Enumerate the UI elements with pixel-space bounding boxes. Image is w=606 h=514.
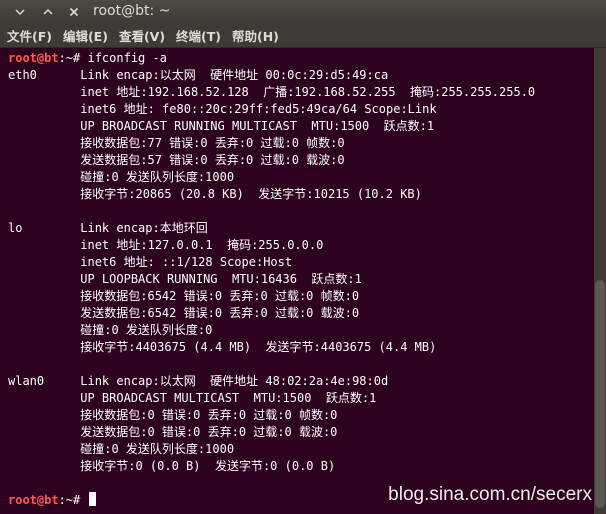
- output-line: 接收数据包:6542 错误:0 丢弃:0 过载:0 帧数:0: [8, 289, 360, 303]
- output-line: inet 地址:192.168.52.128 广播:192.168.52.255…: [8, 85, 536, 99]
- command-line: root@bt:~# ifconfig -a: [8, 50, 594, 67]
- output-line: 接收数据包:0 错误:0 丢弃:0 过载:0 帧数:0: [8, 408, 338, 422]
- output-line: UP LOOPBACK RUNNING MTU:16436 跃点数:1: [8, 272, 362, 286]
- output-line: UP BROADCAST RUNNING MULTICAST MTU:1500 …: [8, 119, 435, 133]
- watermark: blog.sina.com.cn/secerx: [388, 484, 592, 505]
- scrollbar-thumb[interactable]: [595, 280, 605, 508]
- output-line: 碰撞:0 发送队列长度:1000: [8, 170, 235, 184]
- terminal-window: root@bt: ~ 文件(F) 编辑(E) 查看(V) 终端(T) 帮助(H)…: [0, 0, 606, 514]
- menu-file[interactable]: 文件(F): [7, 26, 52, 45]
- menu-edit[interactable]: 编辑(E): [63, 26, 108, 45]
- output-line: 发送数据包:6542 错误:0 丢弃:0 过载:0 载波:0: [8, 306, 360, 320]
- scrollbar[interactable]: [594, 48, 606, 514]
- output-line: 接收字节:4403675 (4.4 MB) 发送字节:4403675 (4.4 …: [8, 340, 437, 354]
- output-line: 碰撞:0 发送队列长度:0: [8, 323, 213, 337]
- output-line: lo Link encap:本地环回: [8, 221, 208, 235]
- chevron-up-icon: [43, 8, 53, 15]
- close-icon: [69, 7, 79, 17]
- output-block: eth0 Link encap:以太网 硬件地址 00:0c:29:d5:49:…: [8, 67, 594, 492]
- prompt-user: root@bt: [8, 493, 59, 507]
- output-line: wlan0 Link encap:以太网 硬件地址 48:02:2a:4e:98…: [8, 374, 389, 388]
- prompt-user: root@bt: [8, 51, 59, 65]
- output-line: 碰撞:0 发送队列长度:1000: [8, 442, 235, 456]
- maximize-button[interactable]: [38, 2, 58, 22]
- menu-view[interactable]: 查看(V): [119, 26, 165, 45]
- output-line: 接收字节:0 (0.0 B) 发送字节:0 (0.0 B): [8, 459, 336, 473]
- output-line: 发送数据包:0 错误:0 丢弃:0 过载:0 载波:0: [8, 425, 338, 439]
- text-cursor: [89, 492, 97, 506]
- output-line: eth0 Link encap:以太网 硬件地址 00:0c:29:d5:49:…: [8, 68, 389, 82]
- output-line: 接收数据包:77 错误:0 丢弃:0 过载:0 帧数:0: [8, 136, 345, 150]
- prompt-path: :~#: [58, 51, 88, 65]
- close-button[interactable]: [64, 2, 84, 22]
- command-text: ifconfig -a: [87, 51, 167, 65]
- output-line: inet6 地址: fe80::20c:29ff:fed5:49ca/64 Sc…: [8, 102, 437, 116]
- minimize-button[interactable]: [10, 2, 30, 22]
- prompt-path: :~#: [58, 493, 88, 507]
- output-line: UP BROADCAST MULTICAST MTU:1500 跃点数:1: [8, 391, 377, 405]
- output-line: inet 地址:127.0.0.1 掩码:255.0.0.0: [8, 238, 324, 252]
- menu-help[interactable]: 帮助(H): [232, 26, 279, 45]
- menu-bar: 文件(F) 编辑(E) 查看(V) 终端(T) 帮助(H): [0, 24, 606, 48]
- terminal-output[interactable]: root@bt:~# ifconfig -a eth0 Link encap:以…: [0, 48, 594, 514]
- title-bar[interactable]: root@bt: ~: [0, 0, 606, 24]
- chevron-down-icon: [15, 9, 25, 16]
- output-line: 发送数据包:57 错误:0 丢弃:0 过载:0 载波:0: [8, 153, 345, 167]
- window-title: root@bt: ~: [93, 3, 171, 19]
- menu-terminal[interactable]: 终端(T): [176, 26, 221, 45]
- output-line: inet6 地址: ::1/128 Scope:Host: [8, 255, 293, 269]
- output-line: 接收字节:20865 (20.8 KB) 发送字节:10215 (10.2 KB…: [8, 187, 422, 201]
